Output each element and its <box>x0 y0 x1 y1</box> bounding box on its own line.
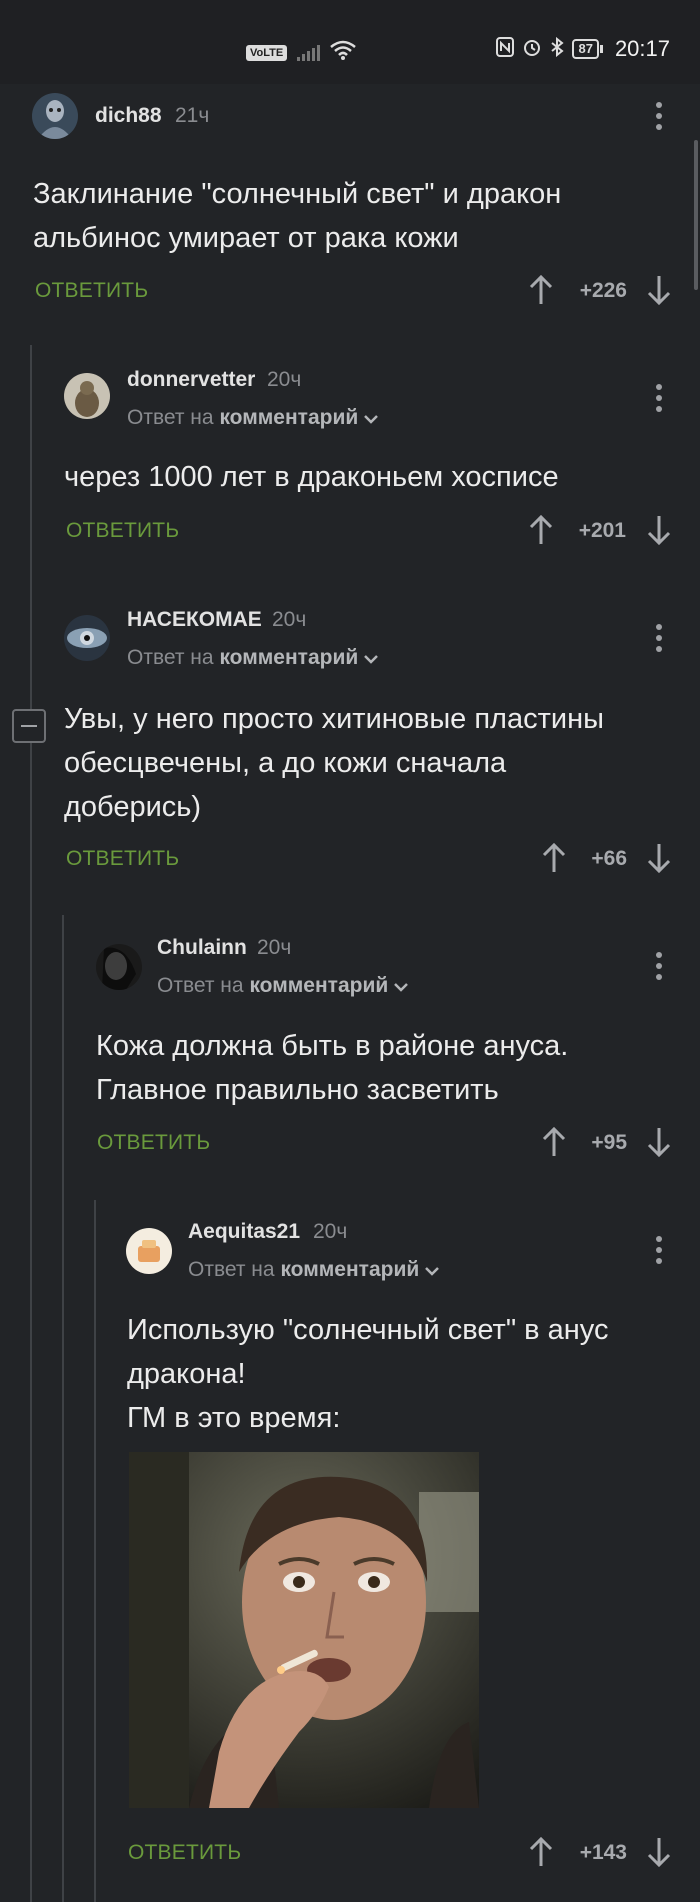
collapse-button[interactable] <box>12 709 46 743</box>
arrow-down-icon[interactable] <box>647 1836 671 1868</box>
comment-line: доберись) <box>64 791 202 823</box>
comment-line: альбинос умирает от рака кожи <box>33 222 459 254</box>
bluetooth-icon <box>550 36 565 62</box>
wifi-icon <box>330 40 357 65</box>
score: +143 <box>579 1841 627 1864</box>
comment-line: Увы, у него просто хитиновые пластины <box>64 703 604 735</box>
timestamp: 20ч <box>257 936 292 959</box>
reply-to-link[interactable]: комментарий <box>219 406 358 429</box>
signal-icon <box>297 44 321 61</box>
timestamp: 20ч <box>313 1220 348 1243</box>
reply-to-link[interactable]: комментарий <box>280 1258 419 1281</box>
comment-line: Использую "солнечный свет" в анус <box>127 1314 609 1346</box>
username[interactable]: dich88 <box>95 104 162 128</box>
arrow-down-icon[interactable] <box>647 1126 671 1158</box>
status-bar-left: VoLTE <box>246 40 357 65</box>
reply-to-link[interactable]: комментарий <box>219 646 358 669</box>
comment-line: Кожа должна быть в районе ануса. <box>96 1030 569 1062</box>
more-vertical-icon[interactable] <box>656 102 662 135</box>
more-vertical-icon[interactable] <box>656 624 662 657</box>
comment-line: через 1000 лет в драконьем хосписе <box>64 461 559 493</box>
reply-to-prefix: Ответ на <box>127 406 214 429</box>
comment-text: Использую "солнечный свет" в анус дракон… <box>127 1308 700 1440</box>
reply-to[interactable]: Ответ на комментарий <box>188 1258 439 1282</box>
arrow-up-icon[interactable] <box>529 514 553 546</box>
alarm-icon <box>522 37 542 62</box>
comment-text: Увы, у него просто хитиновые пластины об… <box>64 697 664 829</box>
thread-line <box>30 345 32 1902</box>
reply-button[interactable]: ОТВЕТИТЬ <box>128 1841 241 1865</box>
status-bar: VoLTE 87 20:17 <box>0 0 700 84</box>
username[interactable]: НАСЕКОМАЕ <box>127 608 262 632</box>
score: +201 <box>578 519 626 542</box>
avatar[interactable] <box>126 1228 172 1274</box>
reply-to-prefix: Ответ на <box>188 1258 275 1281</box>
score: +95 <box>591 1131 627 1154</box>
avatar[interactable] <box>64 615 110 661</box>
arrow-down-icon[interactable] <box>647 842 671 874</box>
arrow-up-icon[interactable] <box>529 274 553 306</box>
chevron-down-icon[interactable] <box>425 1266 439 1276</box>
reply-button[interactable]: ОТВЕТИТЬ <box>35 279 148 303</box>
avatar[interactable] <box>96 944 142 990</box>
scrollbar[interactable] <box>694 140 698 290</box>
comment-line: Заклинание "солнечный свет" и дракон <box>33 178 562 210</box>
comment-line: дракона! <box>127 1358 246 1390</box>
chevron-down-icon[interactable] <box>364 414 378 424</box>
score: +66 <box>591 847 627 870</box>
more-vertical-icon[interactable] <box>656 1236 662 1269</box>
thread-line <box>62 915 64 1902</box>
comment-image[interactable] <box>129 1452 479 1808</box>
username[interactable]: Chulainn <box>157 936 247 960</box>
comment-line: Главное правильно засветить <box>96 1074 499 1106</box>
reply-to[interactable]: Ответ на комментарий <box>127 646 378 670</box>
clock: 20:17 <box>614 36 670 61</box>
battery-icon: 87 <box>572 39 604 59</box>
comment-text: через 1000 лет в драконьем хосписе <box>64 455 664 499</box>
avatar[interactable] <box>64 373 110 419</box>
comment-line: обесцвечены, а до кожи сначала <box>64 747 507 779</box>
username[interactable]: Aequitas21 <box>188 1220 300 1244</box>
more-vertical-icon[interactable] <box>656 952 662 985</box>
timestamp: 20ч <box>267 368 302 391</box>
comment-text: Заклинание "солнечный свет" и дракон аль… <box>33 172 633 260</box>
reply-to-link[interactable]: комментарий <box>249 974 388 997</box>
arrow-up-icon[interactable] <box>529 1836 553 1868</box>
avatar[interactable] <box>32 93 78 139</box>
comment-line: ГМ в это время: <box>127 1402 341 1434</box>
timestamp: 21ч <box>175 104 210 127</box>
reply-button[interactable]: ОТВЕТИТЬ <box>66 519 179 543</box>
score: +226 <box>579 279 627 302</box>
reply-button[interactable]: ОТВЕТИТЬ <box>97 1131 210 1155</box>
chevron-down-icon[interactable] <box>364 654 378 664</box>
chevron-down-icon[interactable] <box>394 982 408 992</box>
comment-text: Кожа должна быть в районе ануса. Главное… <box>96 1024 696 1112</box>
nfc-icon <box>496 36 515 62</box>
more-vertical-icon[interactable] <box>656 384 662 417</box>
volte-icon: VoLTE <box>246 44 288 61</box>
timestamp: 20ч <box>272 608 307 631</box>
status-bar-right: 87 20:17 <box>496 36 670 62</box>
username[interactable]: donnervetter <box>127 368 255 392</box>
reply-button[interactable]: ОТВЕТИТЬ <box>66 847 179 871</box>
reply-to[interactable]: Ответ на комментарий <box>157 974 408 998</box>
thread-line <box>30 700 32 701</box>
thread-line <box>94 1200 96 1902</box>
arrow-down-icon[interactable] <box>647 514 671 546</box>
arrow-down-icon[interactable] <box>647 274 671 306</box>
reply-to-prefix: Ответ на <box>127 646 214 669</box>
reply-to[interactable]: Ответ на комментарий <box>127 406 378 430</box>
reply-to-prefix: Ответ на <box>157 974 244 997</box>
